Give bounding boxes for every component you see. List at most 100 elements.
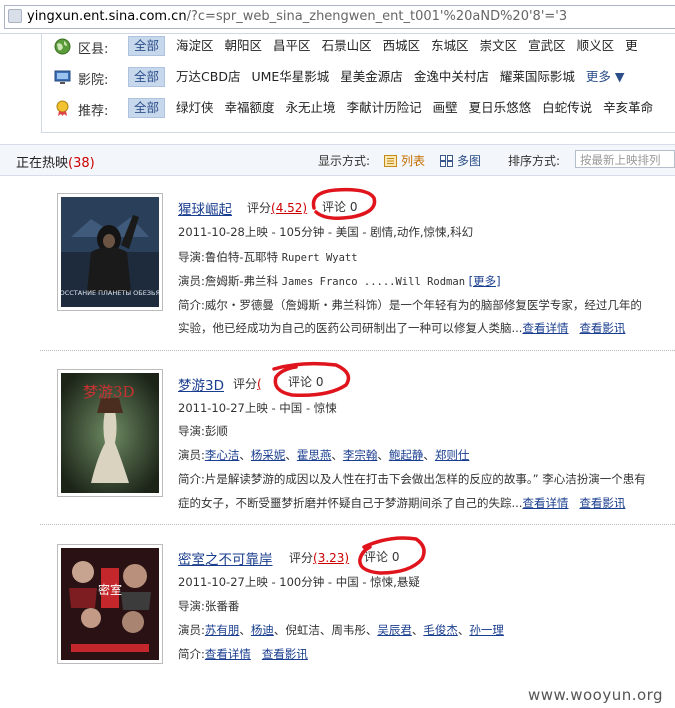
- cast-member-link[interactable]: 杨迪: [251, 623, 274, 637]
- cast-separator: 、: [377, 448, 389, 462]
- filter-option[interactable]: 耀莱国际影城: [500, 67, 575, 87]
- rating-value[interactable]: (4.52): [271, 201, 307, 215]
- more-options-button[interactable]: 更多 ▼: [586, 67, 625, 87]
- movie-cast: 演员:苏有朋、杨迪、倪虹洁、周韦彤、吴辰君、毛俊杰、孙一理: [178, 622, 504, 638]
- recommend-options: 全部 绿灯侠 幸福额度 永无止境 李献计历险记 画壁 夏日乐悠悠 白蛇传说 辛亥革命: [128, 98, 664, 118]
- cast-member-link[interactable]: 杨采妮: [251, 448, 286, 462]
- cinema-label: 影院:: [78, 73, 109, 88]
- filter-option[interactable]: 东城区: [431, 36, 469, 56]
- movie-poster[interactable]: ВОССТАНИЕ ПЛАНЕТЫ ОБЕЗЬЯН: [57, 193, 163, 311]
- filter-option-all[interactable]: 全部: [128, 98, 166, 118]
- filter-option[interactable]: 金逸中关村店: [414, 67, 489, 87]
- filter-option[interactable]: 万达CBD店: [176, 67, 240, 87]
- filter-option[interactable]: 更: [625, 36, 638, 56]
- list-view-toggle[interactable]: 列表: [384, 152, 425, 169]
- filter-panel: 区县: 全部 海淀区 朝阳区 昌平区 石景山区 西城区 东城区 崇文区 宣武区 顺义区更 影院: …: [41, 34, 675, 133]
- summary-label: 简介:: [178, 298, 205, 312]
- filter-option[interactable]: UME华星影城: [251, 67, 329, 87]
- filter-option-all[interactable]: 全部: [128, 67, 166, 87]
- cast-member: 倪虹洁: [285, 623, 320, 637]
- filter-option[interactable]: 西城区: [383, 36, 421, 56]
- list-view-label: 列表: [401, 154, 426, 168]
- filter-option[interactable]: 星美金源店: [340, 67, 403, 87]
- movie-rating: 评分(: [233, 375, 262, 392]
- url-field[interactable]: yingxun.ent.sina.com.cn/?c=spr_web_sina_…: [4, 5, 675, 29]
- filter-option[interactable]: 顺义区: [577, 36, 615, 56]
- page-icon: [8, 9, 22, 23]
- showtimes-link[interactable]: 查看影讯: [262, 647, 308, 661]
- movie-title-link[interactable]: 密室之不可靠岸: [178, 548, 273, 568]
- cast-separator: 、: [411, 623, 424, 637]
- movie-summary: 简介:片是解读梦游的成因以及人性在打击下会做出怎样的反应的故事。” 李心洁扮演一…: [178, 471, 646, 487]
- cast-member-link[interactable]: 吴辰君: [377, 623, 412, 637]
- cast-member-link[interactable]: 霍思燕: [297, 448, 332, 462]
- divider: [40, 350, 675, 351]
- district-options: 全部 海淀区 朝阳区 昌平区 石景山区 西城区 东城区 崇文区 宣武区 顺义区更: [128, 36, 649, 56]
- url-path: /?c=spr_web_sina_zhengwen_ent_t001'%20aN…: [186, 9, 568, 24]
- cast-member-link[interactable]: 鲍起静: [389, 448, 424, 462]
- movie-title-link[interactable]: 梦游3D: [178, 374, 224, 394]
- movie-cast: 演员:李心洁、杨采妮、霍思燕、李宗翰、鲍起静、郑则仕: [178, 447, 469, 463]
- movie-poster[interactable]: 梦游3D: [57, 369, 163, 497]
- rating-value[interactable]: (3.23): [313, 551, 349, 565]
- filter-option[interactable]: 崇文区: [480, 36, 518, 56]
- movie-summary: 简介:查看详情 查看影讯: [178, 646, 308, 662]
- more-cast-link[interactable]: [更多]: [469, 274, 501, 288]
- award-icon: [56, 100, 69, 116]
- filter-option[interactable]: 夏日乐悠悠: [469, 98, 532, 118]
- filter-option[interactable]: 画壁: [433, 98, 458, 118]
- director-label: 导演:: [178, 599, 205, 613]
- filter-option[interactable]: 石景山区: [322, 36, 372, 56]
- cast-member-link[interactable]: 孙一理: [469, 623, 504, 637]
- now-showing-count: (38): [68, 156, 95, 171]
- now-showing-title: 正在热映(38): [16, 152, 95, 171]
- filter-option[interactable]: 宣武区: [528, 36, 566, 56]
- movie-rating: 评分(4.52): [247, 199, 307, 216]
- cast-label: 演员:: [178, 274, 205, 288]
- details-link[interactable]: 查看详情: [205, 647, 251, 661]
- showtimes-link[interactable]: 查看影讯: [579, 496, 625, 510]
- red-annotation-circle: [311, 187, 377, 220]
- cast-member-link[interactable]: 郑则仕: [435, 448, 470, 462]
- showtimes-link[interactable]: 查看影讯: [579, 321, 625, 335]
- filter-option[interactable]: 海淀区: [176, 36, 214, 56]
- filter-option[interactable]: 白蛇传说: [542, 98, 592, 118]
- movie-director: 导演:张番番: [178, 598, 239, 614]
- poster-image: 梦游3D: [61, 373, 159, 493]
- filter-option[interactable]: 昌平区: [273, 36, 311, 56]
- movie-title-link[interactable]: 猩球崛起: [178, 198, 232, 218]
- summary-line-1: 片是解读梦游的成因以及人性在打击下会做出怎样的反应的故事。” 李心洁扮演一个患有: [204, 472, 646, 486]
- grid-view-label: 多图: [457, 154, 482, 168]
- list-view-icon: [384, 155, 397, 167]
- cast-separator: 、: [285, 448, 297, 462]
- movie-summary-cont: 症的女子，不断受噩梦折磨并怀疑自己于梦游期间杀了自己的失踪...查看详情 查看影…: [178, 495, 625, 511]
- sort-select[interactable]: 按最新上映排列: [575, 150, 675, 168]
- cinema-options: 全部 万达CBD店 UME华星影城 星美金源店 金逸中关村店 耀莱国际影城 更多 ▼: [128, 67, 635, 87]
- cast-member-link[interactable]: 李心洁: [205, 448, 240, 462]
- movie-rating: 评分(3.23): [289, 549, 349, 566]
- cast-separator: 、: [331, 448, 343, 462]
- monitor-icon: [54, 70, 71, 84]
- cast-member-link[interactable]: 李宗翰: [343, 448, 378, 462]
- cast-separator: 、: [239, 623, 251, 637]
- director-label: 导演:: [178, 424, 205, 438]
- cast-member-link[interactable]: 苏有朋: [205, 623, 240, 637]
- cast-en: James Franco .....Will Rodman: [281, 276, 466, 288]
- filter-option[interactable]: 绿灯侠: [176, 98, 214, 118]
- filter-option[interactable]: 永无止境: [286, 98, 336, 118]
- movie-poster[interactable]: 密室: [57, 544, 163, 664]
- grid-view-toggle[interactable]: 多图: [440, 152, 481, 169]
- rating-value[interactable]: (: [257, 377, 262, 391]
- details-link[interactable]: 查看详情: [522, 496, 568, 510]
- filter-option[interactable]: 辛亥革命: [603, 98, 653, 118]
- cast-member-link[interactable]: 毛俊杰: [423, 623, 458, 637]
- cast-links: 李心洁、杨采妮、霍思燕、李宗翰、鲍起静、郑则仕: [205, 448, 470, 462]
- filter-option[interactable]: 幸福额度: [225, 98, 275, 118]
- filter-option[interactable]: 朝阳区: [225, 36, 263, 56]
- filter-option[interactable]: 李献计历险记: [347, 98, 422, 118]
- cast-member: 周韦彤: [331, 623, 366, 637]
- url-text[interactable]: yingxun.ent.sina.com.cn/?c=spr_web_sina_…: [27, 9, 567, 24]
- details-link[interactable]: 查看详情: [522, 321, 568, 335]
- movie-summary-cont: 实验，他已经成功为自己的医药公司研制出了一种可以修复人类脑...查看详情 查看影…: [178, 320, 625, 336]
- filter-option-all[interactable]: 全部: [128, 36, 166, 56]
